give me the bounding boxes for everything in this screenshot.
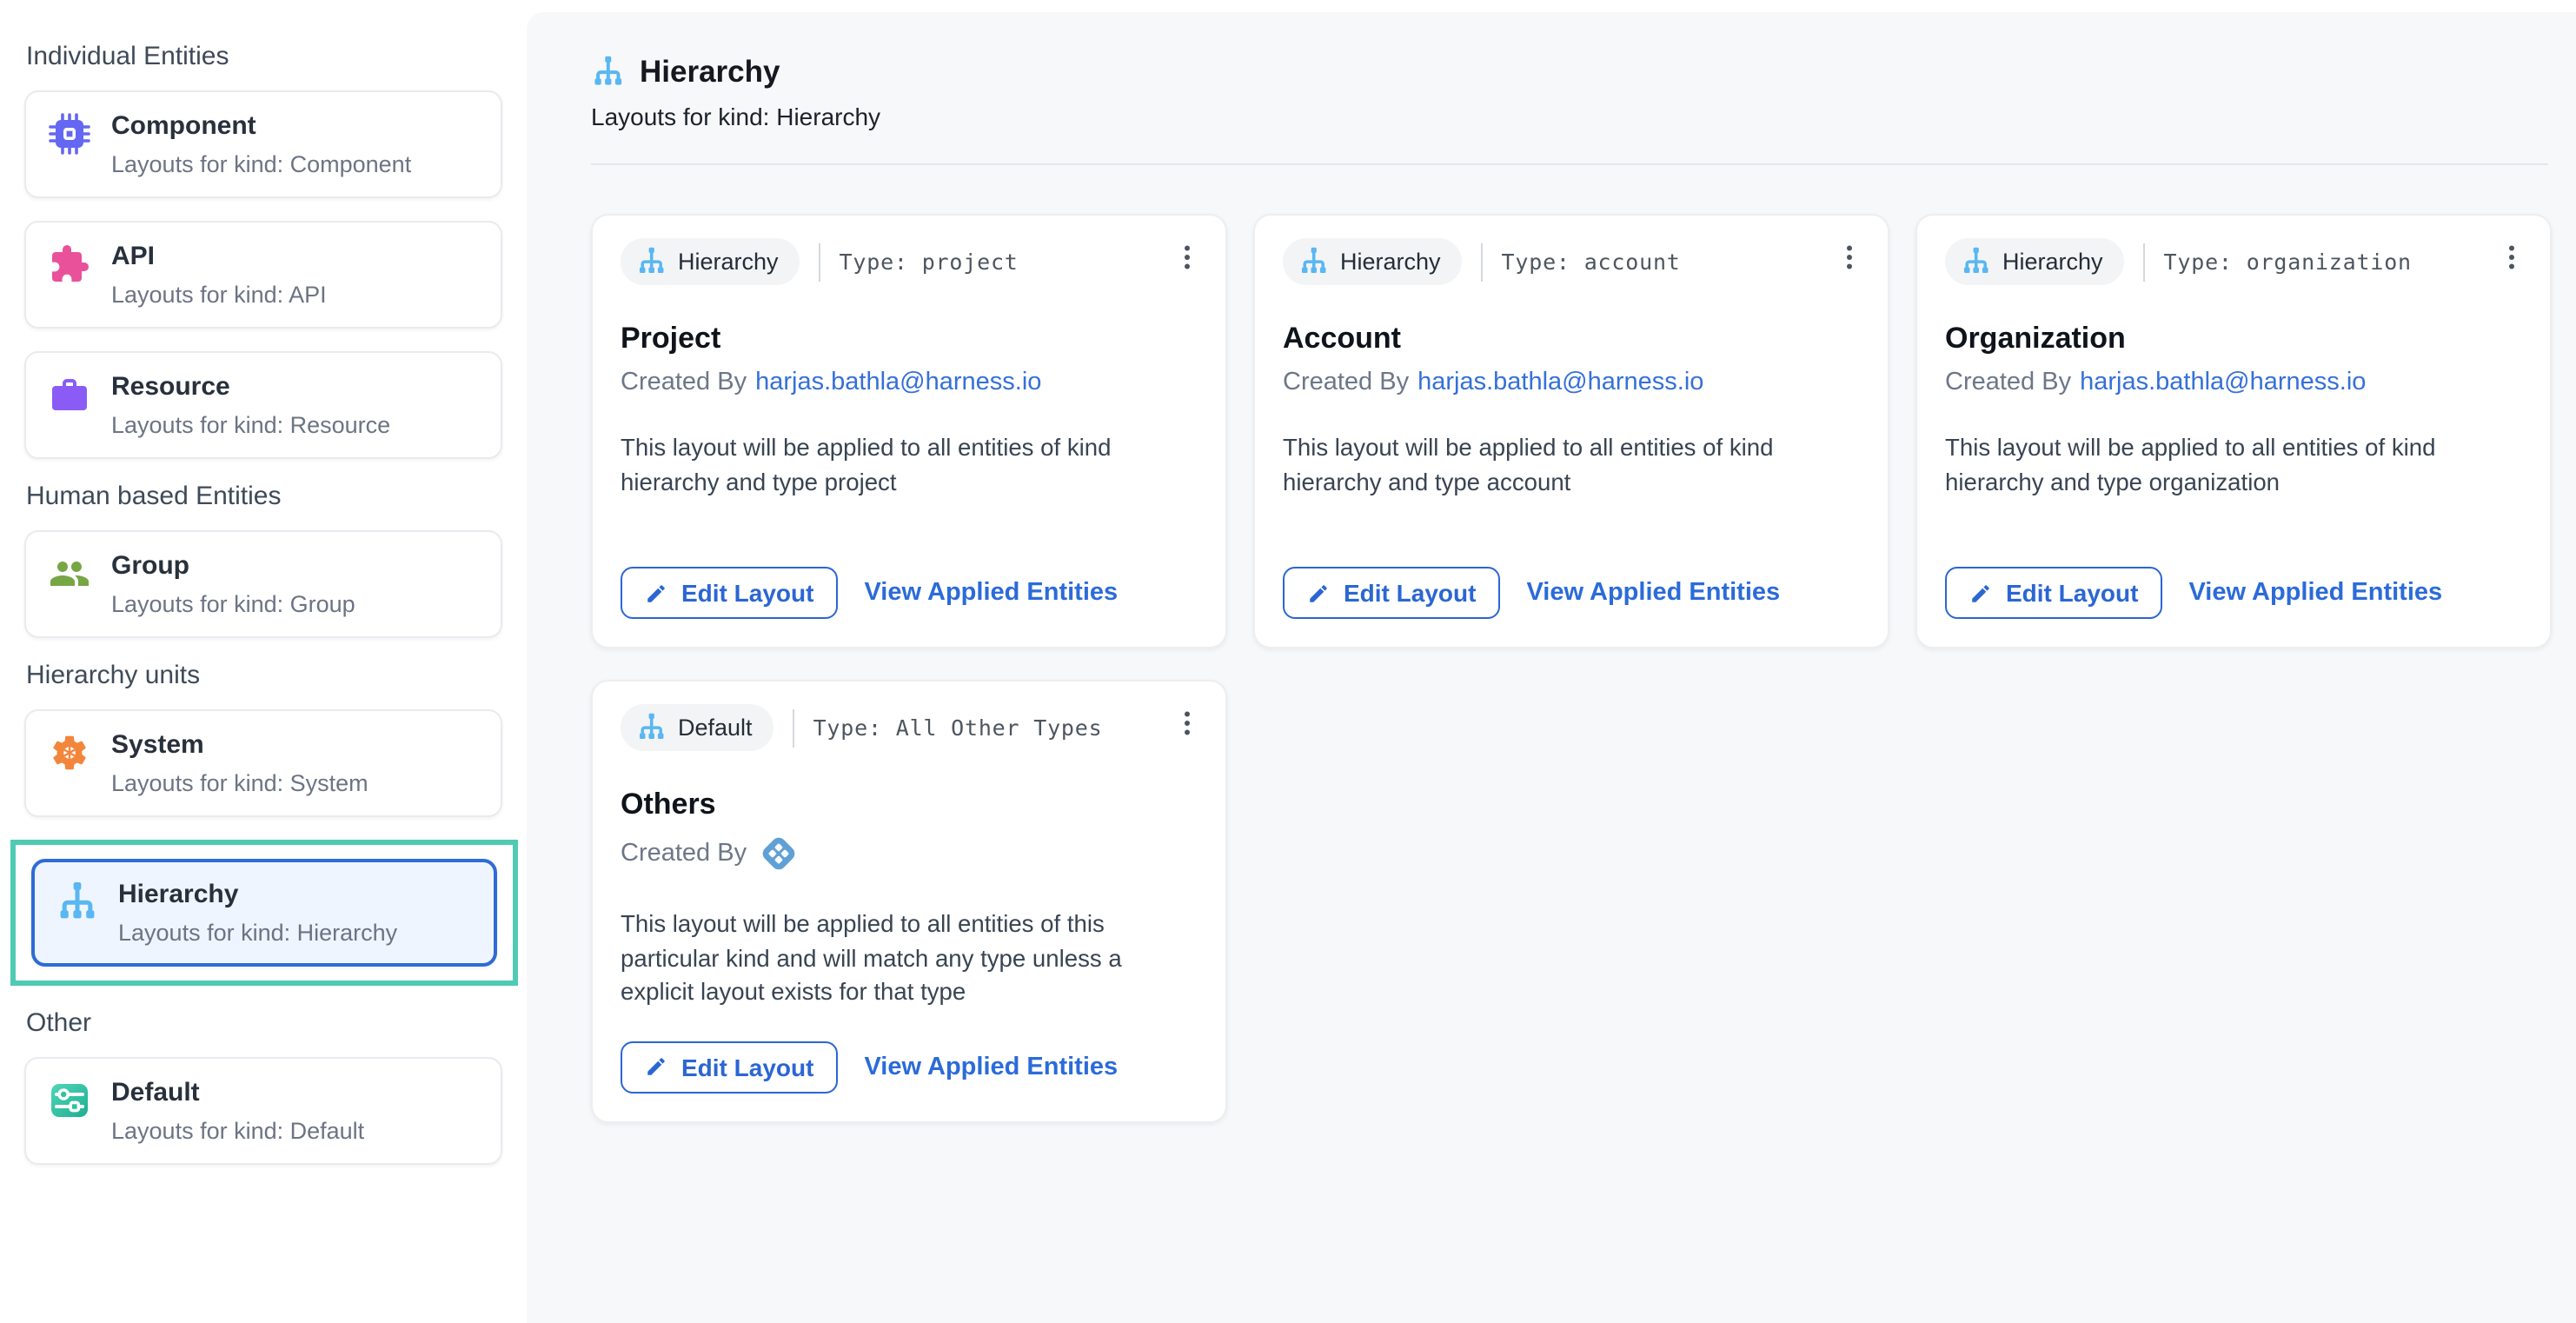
system-icon [49,732,90,774]
api-icon [49,243,90,285]
pencil-icon [645,582,667,604]
created-by-row: Created By [621,834,1198,873]
edit-layout-button[interactable]: Edit Layout [621,567,838,619]
kind-badge-label: Hierarchy [678,249,779,275]
diamond-clover-avatar-icon [759,834,797,873]
sidebar-section-heading-human-based-entities: Human based Entities [26,482,502,511]
sidebar-item-component[interactable]: Component Layouts for kind: Component [24,90,502,198]
sidebar-section-heading-individual-entities: Individual Entities [26,42,502,71]
edit-layout-button[interactable]: Edit Layout [1945,567,2162,619]
kind-badge-label: Hierarchy [1340,249,1441,275]
card-description: This layout will be applied to all entit… [1945,431,2519,499]
view-applied-entities-link[interactable]: View Applied Entities [2188,579,2442,607]
card-header-row: Default Type: All Other Types [621,704,1198,751]
created-by-email-link[interactable]: harjas.bathla@harness.io [2080,369,2366,396]
hierarchy-icon [636,247,666,276]
card-description: This layout will be applied to all entit… [621,907,1194,1009]
pencil-icon [1307,582,1330,604]
sidebar-section-heading-hierarchy-units: Hierarchy units [26,661,502,690]
badge-type-divider [819,243,820,281]
group-icon [49,553,90,595]
card-menu-button[interactable] [1166,699,1208,748]
kind-badge: Hierarchy [1283,238,1462,285]
layout-card-others: Default Type: All Other Types Others Cre… [591,680,1227,1122]
sidebar-section-heading-other: Other [26,1009,502,1039]
kebab-icon [1172,708,1203,739]
header-divider [591,163,2548,165]
card-header-row: Hierarchy Type: organization [1945,238,2522,285]
sidebar-item-default[interactable]: Default Layouts for kind: Default [24,1058,502,1166]
badge-type-divider [793,708,794,747]
card-menu-button[interactable] [1829,233,1870,282]
card-menu-button[interactable] [2491,233,2533,282]
edit-layout-button[interactable]: Edit Layout [1283,567,1500,619]
pencil-icon [645,1055,667,1078]
card-title: Organization [1945,322,2522,356]
sidebar-item-api[interactable]: API Layouts for kind: API [24,221,502,329]
card-footer: Edit Layout View Applied Entities [621,1009,1198,1093]
card-header-row: Hierarchy Type: account [1283,238,1860,285]
kebab-icon [1172,242,1203,273]
created-by-email-link[interactable]: harjas.bathla@harness.io [755,369,1041,396]
sidebar-item-system[interactable]: System Layouts for kind: System [24,709,502,817]
hierarchy-icon [56,881,97,923]
card-footer: Edit Layout View Applied Entities [1945,535,2522,619]
badge-type-divider [1481,243,1483,281]
hierarchy-icon [591,56,624,89]
created-by-row: Created By harjas.bathla@harness.io [1945,369,2522,396]
edit-layout-button[interactable]: Edit Layout [621,1040,838,1093]
resource-icon [49,374,90,416]
hierarchy-icon [1961,247,1990,276]
sidebar-item-hierarchy[interactable]: Hierarchy Layouts for kind: Hierarchy [31,859,497,967]
card-footer: Edit Layout View Applied Entities [621,535,1198,619]
kind-badge-label: Default [678,715,753,741]
page-title: Hierarchy [640,54,780,90]
layouts-page: Individual Entities Component Layouts fo… [0,0,2576,1323]
card-title: Project [621,322,1198,356]
kind-badge: Hierarchy [1945,238,2124,285]
pencil-icon [1969,582,1992,604]
card-footer: Edit Layout View Applied Entities [1283,535,1860,619]
card-title: Others [621,788,1198,822]
kind-badge-label: Hierarchy [2002,249,2103,275]
kind-badge: Hierarchy [621,238,800,285]
hierarchy-icon [636,713,666,742]
sidebar-item-resource[interactable]: Resource Layouts for kind: Resource [24,351,502,459]
main-panel: Hierarchy Layouts for kind: Hierarchy Hi… [527,12,2576,1323]
created-by-email-link[interactable]: harjas.bathla@harness.io [1417,369,1703,396]
main-panel-wrap: Hierarchy Layouts for kind: Hierarchy Hi… [527,0,2576,1323]
kebab-icon [1834,242,1865,273]
type-text: Type: project [840,249,1019,275]
type-text: Type: All Other Types [813,715,1103,741]
sidebar: Individual Entities Component Layouts fo… [0,0,527,1323]
sidebar-item-group[interactable]: Group Layouts for kind: Group [24,530,502,638]
page-header: Hierarchy [591,54,2552,90]
created-by-row: Created By harjas.bathla@harness.io [1283,369,1860,396]
page-subtitle: Layouts for kind: Hierarchy [591,103,2552,130]
card-title: Account [1283,322,1860,356]
kind-badge: Default [621,704,773,751]
card-menu-button[interactable] [1166,233,1208,282]
kebab-icon [2496,242,2527,273]
layout-card-organization: Hierarchy Type: organization Organizatio… [1915,214,2552,648]
created-by-row: Created By harjas.bathla@harness.io [621,369,1198,396]
card-header-row: Hierarchy Type: project [621,238,1198,285]
layout-cards-grid: Hierarchy Type: project Project Created … [591,214,2552,1122]
card-description: This layout will be applied to all entit… [1283,431,1856,499]
default-icon [49,1080,90,1122]
view-applied-entities-link[interactable]: View Applied Entities [864,579,1118,607]
layout-card-account: Hierarchy Type: account Account Created … [1253,214,1889,648]
view-applied-entities-link[interactable]: View Applied Entities [864,1053,1118,1080]
component-icon [49,113,90,155]
type-text: Type: organization [2164,249,2412,275]
layout-card-project: Hierarchy Type: project Project Created … [591,214,1227,648]
hierarchy-icon [1298,247,1328,276]
view-applied-entities-link[interactable]: View Applied Entities [1526,579,1780,607]
badge-type-divider [2143,243,2145,281]
type-text: Type: account [1502,249,1681,275]
card-description: This layout will be applied to all entit… [621,431,1194,499]
selection-highlight: Hierarchy Layouts for kind: Hierarchy [10,840,518,986]
